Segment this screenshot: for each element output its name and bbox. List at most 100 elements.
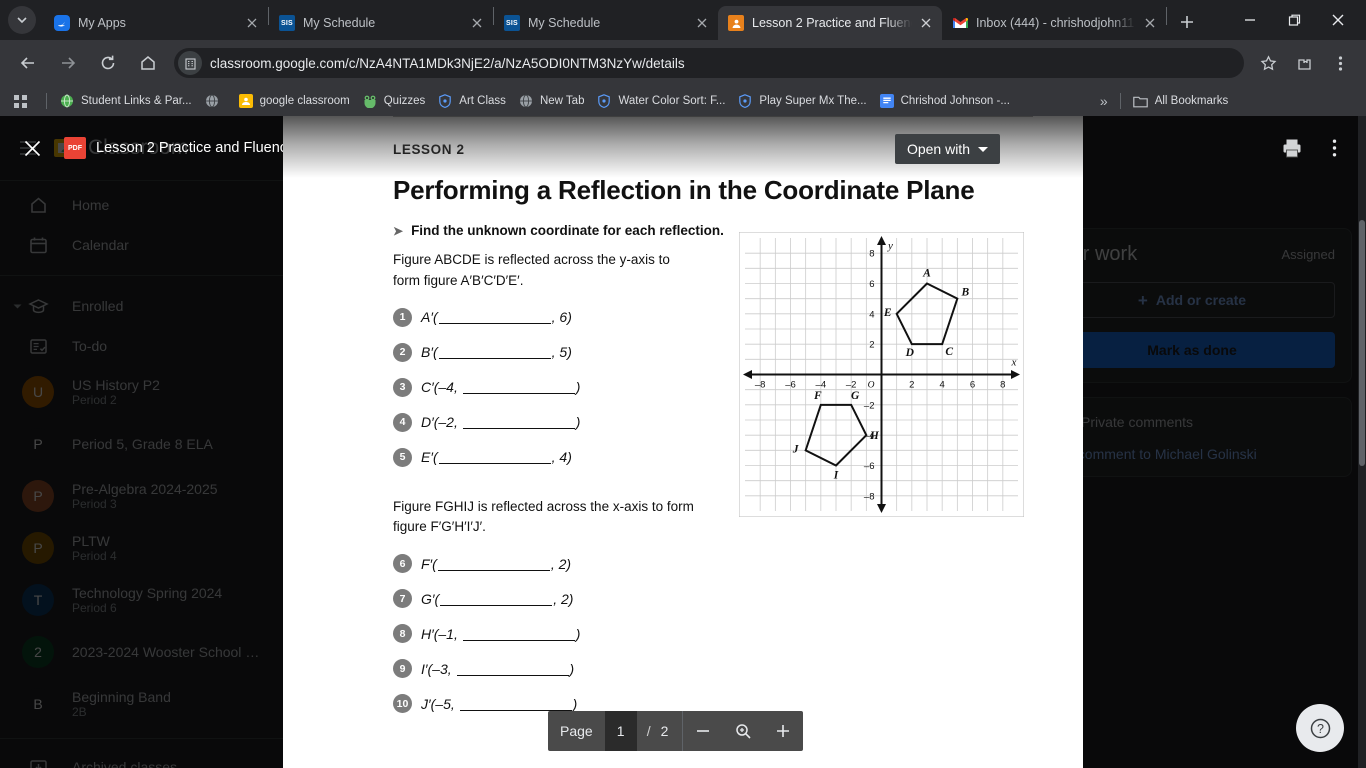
close-icon[interactable] [244,15,260,31]
question-item: 6 F′(, 2) [393,554,733,574]
question-number: 5 [393,447,412,467]
question-item: 9 I′(–3, ) [393,659,733,679]
bookmark-label: Quizzes [383,95,426,107]
reload-button[interactable] [92,47,124,79]
all-bookmarks-button[interactable]: All Bookmarks [1127,90,1235,112]
part1-line2: form figure A′B′C′D′E′. [393,272,524,288]
page-scrollbar[interactable] [1358,116,1366,768]
open-with-button[interactable]: Open with [894,134,1000,164]
tab-search-area [0,0,44,40]
answer-blank[interactable] [440,604,553,606]
page-title: Performing a Reflection in the Coordinat… [393,175,975,205]
question-text: D′(–2, ) [421,414,580,430]
new-tab-button[interactable] [1173,8,1201,36]
tab-inbox-gmail[interactable]: Inbox (444) - chrishodjohn11 [942,6,1166,40]
bookmarks-separator [1119,93,1121,109]
zoom-out-button[interactable] [683,711,723,751]
bookmark-label: Art Class [459,95,506,107]
part1-line1: Figure ABCDE is reflected across the y-a… [393,251,670,267]
zoom-reset-button[interactable] [723,711,763,751]
address-bar[interactable]: classroom.google.com/c/NzA4NTA1MDk3NjE2/… [174,48,1244,78]
question-item: 4 D′(–2, ) [393,412,733,432]
question-suffix: , 6) [551,309,572,326]
close-icon[interactable] [694,15,710,31]
bookmark-quizzes[interactable]: Quizzes [356,90,432,112]
close-icon[interactable] [1142,15,1158,31]
answer-blank[interactable] [462,639,575,641]
bookmark-student-links[interactable]: Student Links & Par... [53,90,198,112]
question-number: 2 [393,342,412,362]
minimize-button[interactable] [1228,4,1272,36]
question-text: G′(, 2) [421,591,573,607]
svg-text:–8: –8 [755,379,766,390]
question-item: 3 C′(–4, ) [393,377,733,397]
close-icon[interactable] [469,15,485,31]
pdf-document-page[interactable]: LESSON 2 Performing a Reflection in the … [283,116,1083,768]
back-button[interactable] [12,47,44,79]
bookmark-play-super-mx[interactable]: Play Super Mx The... [731,90,872,112]
bookmarks-separator [46,93,47,109]
extensions-icon[interactable] [1289,48,1319,78]
site-info-icon[interactable] [178,51,202,75]
question-number: 10 [393,694,412,714]
tab-my-schedule-1[interactable]: SIS My Schedule [269,6,493,40]
close-icon[interactable] [14,130,50,166]
bookmark-water-color-sort[interactable]: Water Color Sort: F... [590,90,731,112]
scrollbar-thumb[interactable] [1359,220,1365,466]
tab-strip: My Apps SIS My Schedule SIS My Schedule [0,0,1366,40]
svg-text:C: C [945,346,953,358]
question-prefix: B′( [421,344,438,361]
home-button[interactable] [132,47,164,79]
bookmark-chrishod-johnson[interactable]: Chrishod Johnson -... [873,90,1016,112]
more-vertical-icon[interactable] [1316,130,1352,166]
close-icon[interactable] [918,15,934,31]
tab-list: My Apps SIS My Schedule SIS My Schedule [44,0,1201,40]
pdf-toolbar-actions [1274,130,1352,166]
folder-icon [1133,93,1149,109]
close-window-button[interactable] [1316,4,1360,36]
window-controls [1228,0,1366,40]
question-text: B′(, 5) [421,344,572,360]
question-suffix: , 2) [553,590,574,607]
answer-blank[interactable] [437,569,550,571]
classroom-icon [238,93,254,109]
svg-text:A: A [922,267,931,279]
question-suffix: ) [575,414,581,431]
question-number: 8 [393,624,412,644]
maximize-button[interactable] [1272,4,1316,36]
question-text: C′(–4, ) [421,379,580,395]
answer-blank[interactable] [438,463,551,465]
bookmark-art-class[interactable]: Art Class [431,90,512,112]
chrome-menu-icon[interactable] [1325,48,1355,78]
apps-grid-button[interactable] [6,90,40,112]
question-item: 5 E′(, 4) [393,447,733,467]
answer-blank[interactable] [462,393,575,395]
tab-my-schedule-2[interactable]: SIS My Schedule [494,6,718,40]
tab-title: Inbox (444) - chrishodjohn11 [976,16,1135,30]
zoom-in-button[interactable] [763,711,803,751]
bookmarks-overflow-button[interactable]: » [1094,90,1114,112]
svg-text:D: D [905,347,915,359]
svg-text:6: 6 [869,279,874,290]
bookmark-globe-plain[interactable] [198,90,232,112]
bookmark-star-icon[interactable] [1253,48,1283,78]
question-text: E′(, 4) [421,449,572,465]
question-item: 7 G′(, 2) [393,589,733,609]
part1-description: Figure ABCDE is reflected across the y-a… [393,250,733,292]
answer-blank[interactable] [456,674,569,676]
question-prefix: E′( [421,449,438,466]
bookmark-new-tab[interactable]: New Tab [512,90,591,112]
tab-lesson-2-practice[interactable]: Lesson 2 Practice and Fluenc [718,6,942,40]
page-number-input[interactable]: 1 [604,711,637,751]
answer-blank[interactable] [438,358,551,360]
tab-search-button[interactable] [8,6,36,34]
forward-button[interactable] [52,47,84,79]
printer-icon[interactable] [1274,130,1310,166]
tab-my-apps[interactable]: My Apps [44,6,268,40]
question-item: 2 B′(, 5) [393,342,733,362]
answer-blank[interactable] [438,323,551,325]
shield-icon [596,93,612,109]
answer-blank[interactable] [462,428,575,430]
part2-line2: figure F′G′H′I′J′. [393,519,486,535]
bookmark-google-classroom[interactable]: google classroom [232,90,356,112]
